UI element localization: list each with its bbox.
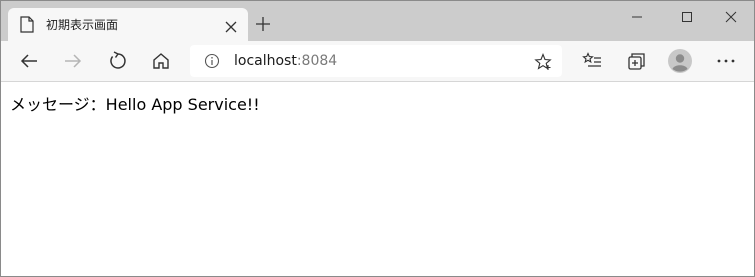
- page-content: メッセージ：Hello App Service!!: [1, 82, 754, 276]
- more-dots-icon[interactable]: [716, 51, 736, 71]
- minimize-icon: [632, 16, 642, 18]
- close-window-button[interactable]: [707, 7, 753, 27]
- minimize-button[interactable]: [613, 7, 659, 27]
- browser-toolbar: localhost:8084: [1, 41, 754, 82]
- url-host: localhost: [234, 53, 297, 69]
- page-message: メッセージ：Hello App Service!!: [10, 95, 260, 114]
- close-icon: [725, 11, 737, 23]
- tab-active[interactable]: 初期表示画面: [8, 8, 248, 41]
- page-icon: [20, 16, 34, 33]
- browser-window: 初期表示画面 localhost:8084 メッセージ：Hello App Se…: [0, 0, 755, 277]
- title-bar: 初期表示画面: [1, 1, 754, 41]
- favorites-list-icon[interactable]: [582, 51, 602, 71]
- new-tab-plus-icon[interactable]: [255, 16, 271, 32]
- profile-avatar-icon[interactable]: [668, 49, 692, 73]
- home-icon[interactable]: [151, 51, 171, 71]
- maximize-icon: [682, 12, 692, 22]
- star-add-icon[interactable]: [534, 53, 552, 71]
- tab-close-icon[interactable]: [225, 18, 237, 33]
- tab-title: 初期表示画面: [46, 18, 119, 32]
- address-bar[interactable]: localhost:8084: [190, 45, 562, 77]
- maximize-button[interactable]: [663, 7, 709, 27]
- url-text[interactable]: localhost:8084: [234, 53, 337, 69]
- refresh-icon[interactable]: [108, 51, 128, 71]
- collections-icon[interactable]: [626, 51, 646, 71]
- url-port: :8084: [296, 53, 338, 69]
- info-icon[interactable]: [204, 53, 220, 69]
- forward-arrow-icon[interactable]: [63, 51, 83, 71]
- back-arrow-icon[interactable]: [19, 51, 39, 71]
